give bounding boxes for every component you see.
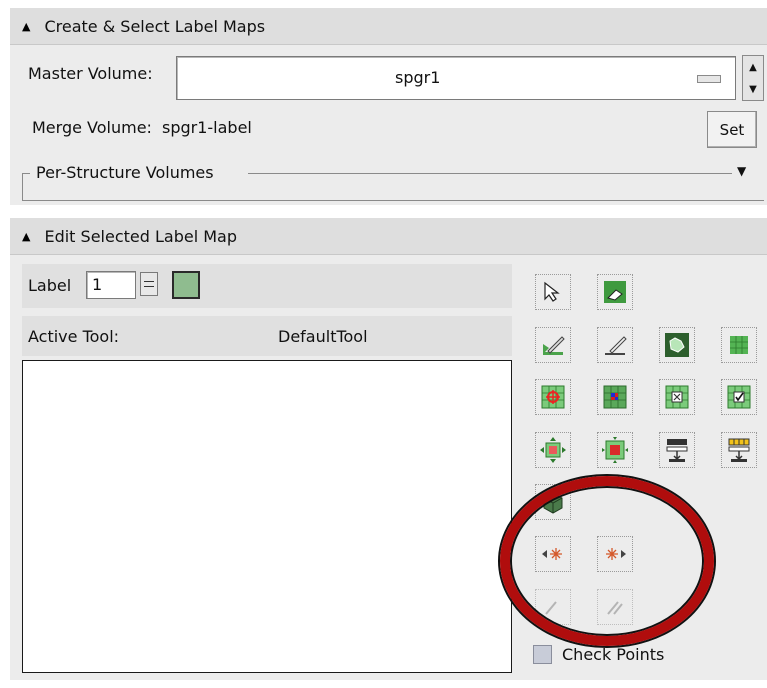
redo-icon (607, 601, 623, 615)
group-top-line-right (248, 173, 732, 174)
identify-islands-tool[interactable] (721, 379, 757, 415)
collapse-triangle-icon[interactable]: ▲ (22, 230, 30, 243)
remove-islands-icon (665, 385, 689, 409)
tool-options-panel[interactable] (22, 360, 512, 673)
previous-slice-icon (542, 548, 562, 560)
label-caption: Label (28, 276, 72, 295)
master-volume-selector[interactable]: spgr1 (176, 56, 736, 100)
spinner-up-line (144, 281, 154, 282)
draw-erase-tool[interactable] (597, 327, 633, 363)
merge-volume-label: Merge Volume: (32, 118, 152, 137)
erase-label-tool[interactable] (597, 274, 633, 310)
redo-tool[interactable] (597, 589, 633, 625)
select-arrow-icon (544, 281, 560, 302)
label-color-swatch[interactable] (172, 271, 200, 299)
edit-section-header[interactable]: ▲ Edit Selected Label Map (10, 218, 767, 255)
check-points-label: Check Points (562, 645, 665, 664)
menu-indicator-icon (697, 75, 721, 83)
spinner-down-line (144, 286, 154, 287)
change-island-tool[interactable] (659, 327, 695, 363)
undo-icon (545, 601, 557, 615)
create-section-title: Create & Select Label Maps (44, 16, 266, 36)
fill-grid-tool[interactable] (721, 327, 757, 363)
expand-arrow-icon[interactable]: ▼ (737, 164, 746, 178)
dilate-tool[interactable] (535, 432, 571, 468)
erase-label-icon (604, 281, 626, 303)
identify-islands-icon (727, 385, 751, 409)
previous-slice-tool[interactable] (535, 536, 571, 572)
draw-icon (543, 336, 565, 355)
threshold-icon (541, 385, 565, 409)
cube-tool[interactable] (535, 484, 571, 520)
group-top-line-left (22, 173, 30, 174)
group-bottom-line (22, 200, 764, 201)
remove-islands-tool[interactable] (659, 379, 695, 415)
change-label-icon (603, 385, 627, 409)
paint-icon (728, 438, 750, 462)
arrow-down-icon[interactable]: ▼ (743, 78, 763, 100)
undo-tool[interactable] (535, 589, 571, 625)
cube-icon (543, 492, 563, 514)
arrow-up-icon[interactable]: ▲ (743, 56, 763, 78)
master-volume-label: Master Volume: (28, 64, 153, 83)
master-volume-value: spgr1 (395, 68, 441, 87)
label-value: 1 (92, 275, 103, 294)
master-volume-spinner[interactable]: ▲ ▼ (742, 55, 764, 101)
paint-tool[interactable] (721, 432, 757, 468)
erode-icon (602, 437, 628, 463)
save-island-icon (666, 439, 688, 462)
set-button[interactable]: Set (707, 111, 757, 148)
change-island-icon (665, 333, 689, 357)
fill-grid-icon (730, 336, 748, 354)
change-label-tool[interactable] (597, 379, 633, 415)
edit-section-title: Edit Selected Label Map (44, 226, 237, 246)
label-value-field[interactable]: 1 (86, 271, 136, 299)
group-left-edge (22, 173, 23, 201)
erode-tool[interactable] (597, 432, 633, 468)
next-slice-icon (606, 548, 626, 560)
check-points-checkbox[interactable] (533, 645, 552, 664)
collapse-triangle-icon[interactable]: ▲ (22, 20, 30, 33)
merge-volume-value: spgr1-label (162, 118, 252, 137)
dilate-icon (540, 437, 566, 463)
threshold-tool[interactable] (535, 379, 571, 415)
select-arrow-tool[interactable] (535, 274, 571, 310)
draw-erase-icon (605, 336, 627, 355)
active-tool-label: Active Tool: (28, 327, 120, 346)
next-slice-tool[interactable] (597, 536, 633, 572)
label-spinner[interactable] (140, 272, 158, 296)
active-tool-value: DefaultTool (278, 327, 368, 346)
per-structure-volumes-label[interactable]: Per-Structure Volumes (36, 163, 214, 182)
create-section-header[interactable]: ▲ Create & Select Label Maps (10, 8, 767, 45)
draw-tool[interactable] (535, 327, 571, 363)
save-island-tool[interactable] (659, 432, 695, 468)
